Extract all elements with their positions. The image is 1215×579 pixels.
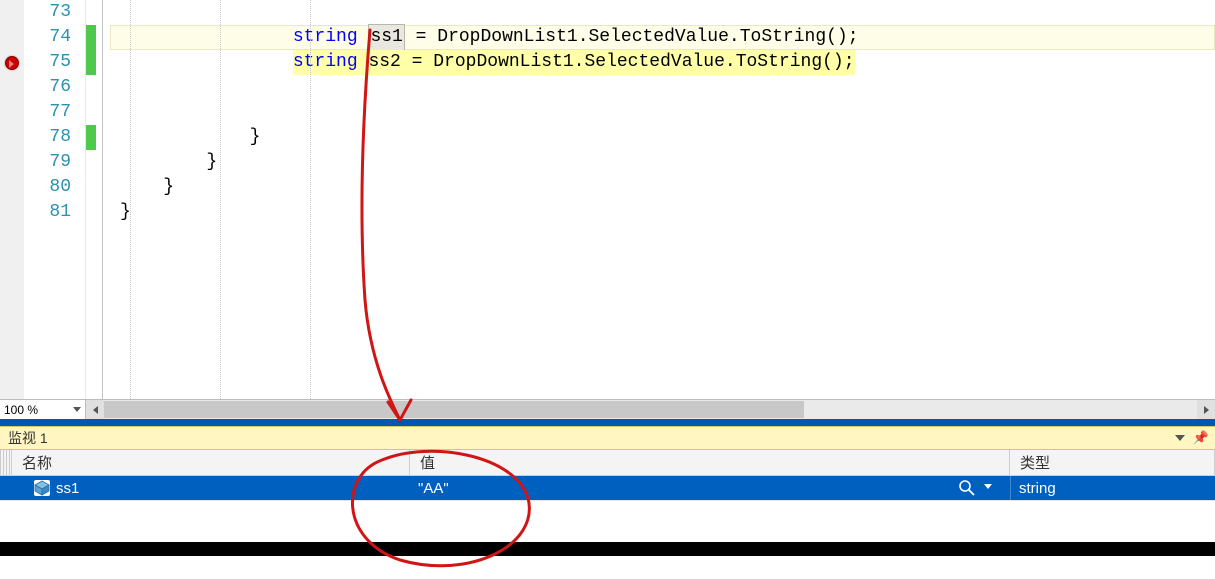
- line-number: 80: [24, 175, 71, 200]
- watch-header-row: 名称 值 类型: [0, 450, 1215, 476]
- line-number: 78: [24, 125, 71, 150]
- watch-panel-title: 监视 1: [8, 428, 48, 448]
- visualizer-dropdown-icon[interactable]: [984, 484, 992, 489]
- line-number: 73: [24, 0, 71, 25]
- triangle-right-icon: [1204, 406, 1209, 414]
- scroll-right-button[interactable]: [1197, 400, 1215, 419]
- code-line[interactable]: [110, 75, 1215, 100]
- code-line[interactable]: [110, 0, 1215, 25]
- line-number: 75: [24, 50, 71, 75]
- code-line[interactable]: [110, 100, 1215, 125]
- bottom-border: [0, 542, 1215, 556]
- code-line[interactable]: }: [110, 125, 1215, 150]
- panel-separator[interactable]: [0, 419, 1215, 426]
- watch-value-cell[interactable]: "AA": [410, 476, 1010, 500]
- line-number: 81: [24, 200, 71, 225]
- line-number: 79: [24, 150, 71, 175]
- code-line-current[interactable]: string ss1 = DropDownList1.SelectedValue…: [110, 25, 1215, 50]
- zoom-level-value: 100 %: [4, 403, 38, 417]
- code-line[interactable]: }: [110, 175, 1215, 200]
- code-line[interactable]: }: [110, 150, 1215, 175]
- watch-variable-name: ss1: [56, 480, 79, 497]
- line-number-gutter: 73 74 75 76 77 78 79 80 81: [24, 0, 86, 399]
- watch-header-name[interactable]: 名称: [12, 450, 410, 475]
- line-number: 76: [24, 75, 71, 100]
- line-number: 77: [24, 100, 71, 125]
- change-indicator-gutter: [86, 0, 96, 399]
- code-line-exec[interactable]: string ss2 = DropDownList1.SelectedValue…: [110, 50, 1215, 75]
- code-line[interactable]: }: [110, 200, 1215, 225]
- breakpoint-marker[interactable]: [5, 56, 19, 70]
- window-position-dropdown-icon[interactable]: [1175, 435, 1185, 441]
- magnifier-icon[interactable]: [958, 479, 976, 501]
- line-number: 74: [24, 25, 71, 50]
- watch-variable-type: string: [1019, 480, 1056, 497]
- watch-name-cell[interactable]: ss1: [0, 476, 410, 500]
- zoom-level-dropdown[interactable]: 100 %: [0, 400, 86, 419]
- watch-empty-row[interactable]: [0, 500, 1215, 542]
- watch-panel-titlebar[interactable]: 监视 1 📌: [0, 426, 1215, 450]
- symbol-highlight: ss1: [368, 24, 404, 51]
- watch-type-cell: string: [1010, 476, 1215, 500]
- code-text-area[interactable]: string ss1 = DropDownList1.SelectedValue…: [110, 0, 1215, 399]
- chevron-down-icon: [73, 407, 81, 412]
- scroll-left-button[interactable]: [86, 400, 104, 419]
- scrollbar-track[interactable]: [104, 400, 1197, 419]
- row-header-grip[interactable]: [0, 450, 12, 475]
- watch-variable-value: "AA": [418, 480, 449, 497]
- triangle-left-icon: [93, 406, 98, 414]
- variable-object-icon: [34, 480, 50, 496]
- watch-header-type[interactable]: 类型: [1010, 450, 1215, 475]
- pin-icon[interactable]: 📌: [1193, 430, 1209, 446]
- watch-header-value[interactable]: 值: [410, 450, 1010, 475]
- scrollbar-thumb[interactable]: [104, 401, 804, 418]
- code-editor[interactable]: 73 74 75 76 77 78 79 80 81 string ss1 = …: [0, 0, 1215, 399]
- breakpoint-gutter[interactable]: [0, 0, 24, 399]
- watch-row-selected[interactable]: ss1 "AA" string: [0, 476, 1215, 500]
- editor-footer: 100 %: [0, 399, 1215, 419]
- horizontal-scrollbar[interactable]: [86, 400, 1215, 419]
- outline-gutter[interactable]: [96, 0, 110, 399]
